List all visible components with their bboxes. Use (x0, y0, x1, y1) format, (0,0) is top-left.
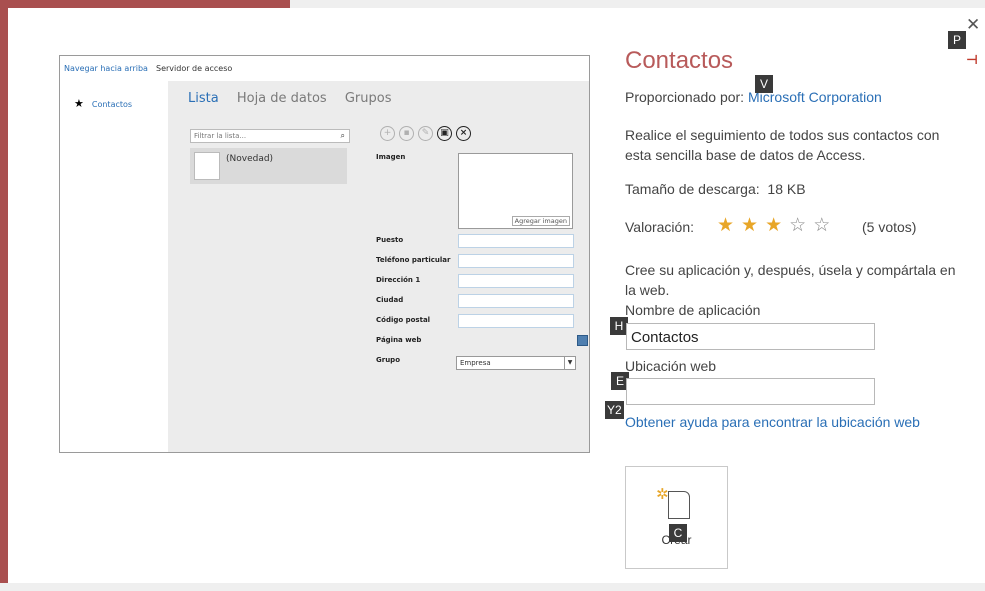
preview-nav-up: Navegar hacia arriba (64, 64, 148, 73)
preview-action-icons: + ▪ ✎ ▣ × (380, 126, 471, 141)
close-icon[interactable]: ✕ (966, 15, 980, 35)
edit-icon: ✎ (418, 126, 433, 141)
download-size-label: Tamaño de descarga: (625, 181, 760, 197)
keytip-provider: V (755, 75, 773, 93)
preview-label-codigo: Código postal (376, 316, 431, 324)
rating-label: Valoración: (625, 219, 695, 235)
preview-label-web: Página web (376, 336, 422, 344)
preview-label-direccion: Dirección 1 (376, 276, 421, 284)
search-icon: ⌕ (340, 131, 345, 140)
delete-icon: ▪ (399, 126, 414, 141)
sparkle-icon: ✲ (656, 485, 669, 503)
help-link[interactable]: Obtener ayuda para encontrar la ubicació… (625, 414, 920, 430)
provided-by-label: Proporcionado por: (625, 89, 745, 105)
preview-field-direccion (458, 274, 574, 288)
chevron-down-icon: ▼ (564, 357, 575, 369)
add-icon: + (380, 126, 395, 141)
votes-count: (5 votos) (862, 219, 917, 235)
preview-group-select: Empresa ▼ (456, 356, 576, 370)
download-size: Tamaño de descarga: 18 KB (625, 181, 806, 197)
preview-main: Lista Hoja de datos Grupos Filtrar la li… (168, 81, 589, 452)
description: Realice el seguimiento de todos sus cont… (625, 127, 940, 163)
cancel-icon: × (456, 126, 471, 141)
keytip-pin: P (948, 31, 966, 49)
preview-left-pane: ★ Contactos (60, 81, 168, 452)
web-location-input[interactable] (626, 378, 875, 405)
preview-image-box: Agregar imagen (458, 153, 573, 229)
preview-thumb (194, 152, 220, 180)
preview-field-telefono (458, 254, 574, 268)
preview-label-ciudad: Ciudad (376, 296, 404, 304)
frame-bottom-strip (0, 583, 985, 591)
new-document-icon (668, 491, 690, 519)
star-empty-icon: ☆ (813, 214, 838, 236)
preview-label-telefono: Teléfono particular (376, 256, 451, 264)
preview-image-label: Imagen (376, 153, 406, 161)
preview-field-codigo (458, 314, 574, 328)
star-filled-icon: ★ (741, 214, 766, 236)
pin-icon[interactable]: ⊣ (966, 53, 978, 68)
save-icon: ▣ (437, 126, 452, 141)
preview-left-item-label: Contactos (91, 100, 133, 109)
preview-field-ciudad (458, 294, 574, 308)
preview-filter: Filtrar la lista... ⌕ (190, 129, 350, 143)
preview-left-item: ★ Contactos (74, 97, 132, 110)
template-preview: Navegar hacia arriba Servidor de acceso … (59, 55, 590, 453)
app-name-label: Nombre de aplicación (625, 302, 761, 318)
create-button[interactable]: ✲ Crear C (625, 466, 728, 569)
preview-label-puesto: Puesto (376, 236, 404, 244)
preview-tab-lista: Lista (188, 91, 219, 106)
preview-list-item-label: (Novedad) (226, 154, 274, 164)
create-hint: Cree su aplicación y, después, úsela y c… (625, 262, 956, 298)
keytip-create: C (669, 524, 687, 542)
frame-top-strip (290, 0, 985, 8)
preview-tabs: Lista Hoja de datos Grupos (188, 91, 406, 106)
template-title: Contactos (625, 47, 734, 74)
preview-tab-hoja: Hoja de datos (236, 91, 327, 106)
star-filled-icon: ★ (717, 214, 742, 236)
preview-filter-text: Filtrar la lista... (194, 132, 247, 140)
star-filled-icon: ★ (765, 214, 790, 236)
keytip-help: Y2 (605, 401, 624, 419)
preview-tab-grupos: Grupos (344, 91, 392, 106)
preview-server: Servidor de acceso (156, 64, 233, 73)
preview-field-puesto (458, 234, 574, 248)
preview-add-image: Agregar imagen (511, 216, 570, 226)
web-location-label: Ubicación web (625, 358, 717, 374)
web-icon (577, 335, 588, 346)
download-size-value: 18 KB (767, 181, 806, 197)
star-empty-icon: ☆ (789, 214, 814, 236)
rating-stars: ★★★☆☆ (717, 214, 837, 236)
star-icon: ★ (74, 97, 84, 110)
provided-by: Proporcionado por: Microsoft Corporation (625, 89, 882, 105)
preview-topbar: Navegar hacia arriba Servidor de acceso (60, 56, 589, 80)
preview-list-item: (Novedad) (190, 148, 347, 184)
preview-label-grupo: Grupo (376, 356, 401, 364)
preview-group-value: Empresa (460, 359, 491, 367)
app-name-input[interactable]: Contactos (626, 323, 875, 350)
